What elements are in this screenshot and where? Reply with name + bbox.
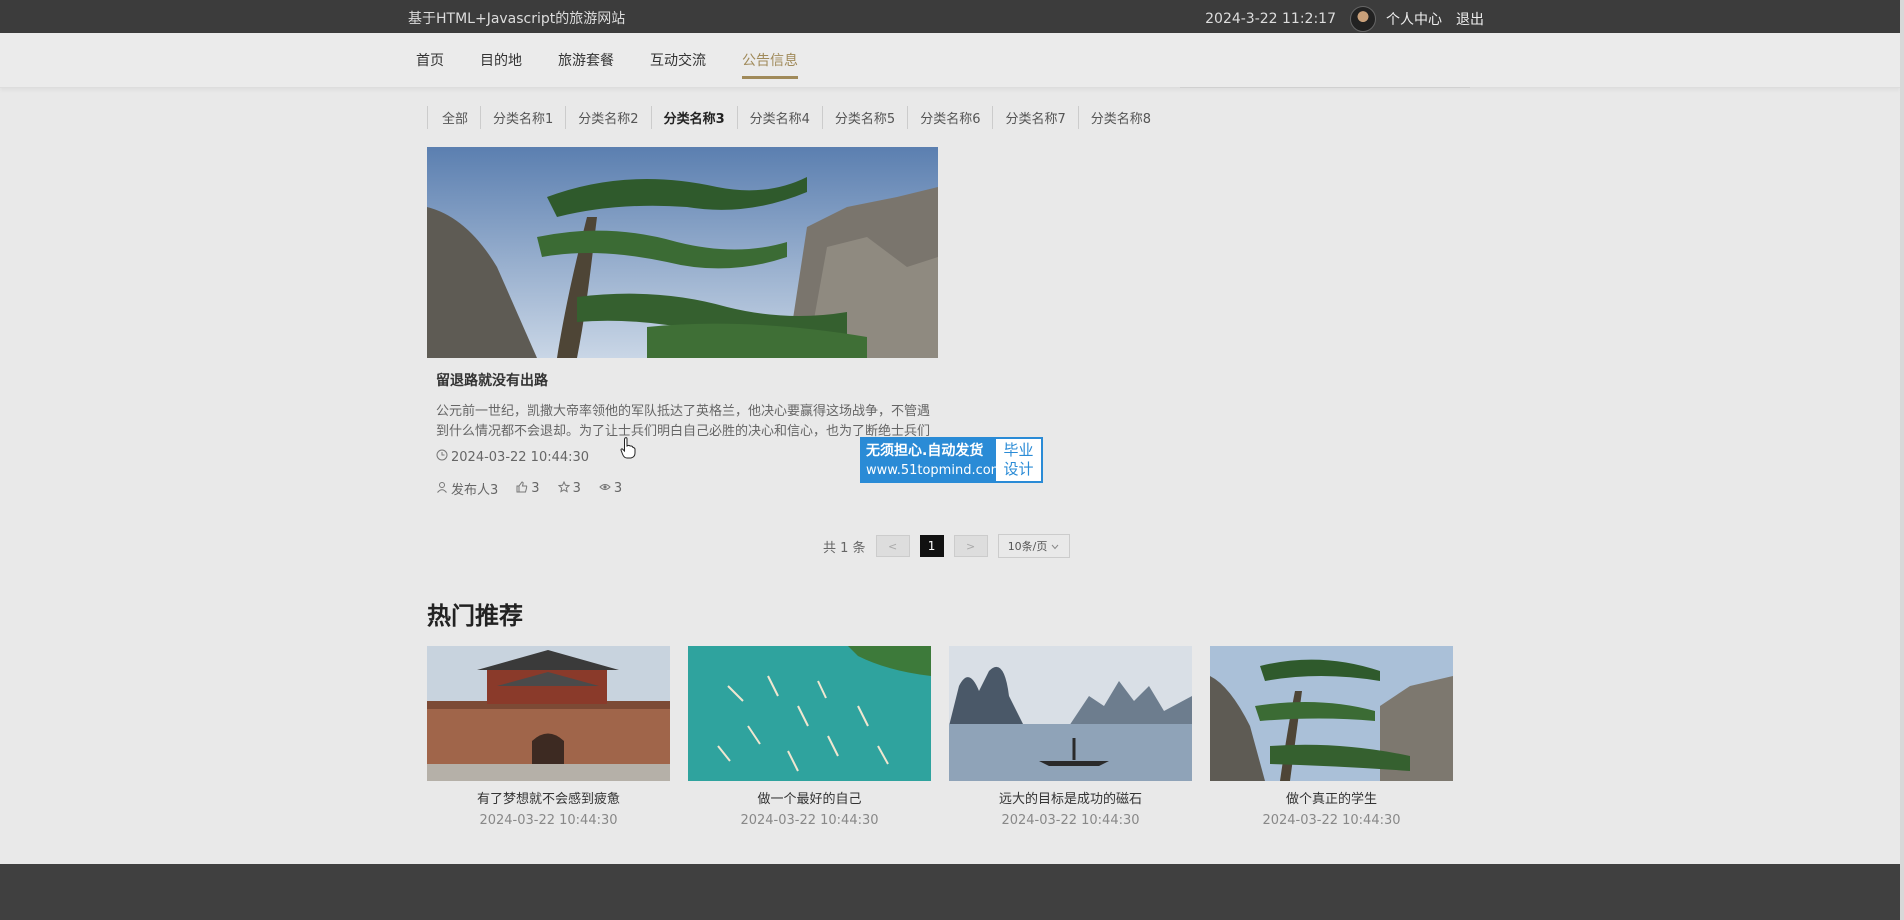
nav-home[interactable]: 首页 bbox=[416, 50, 444, 79]
profile-link[interactable]: 个人中心 bbox=[1386, 9, 1442, 29]
category-2[interactable]: 分类名称2 bbox=[565, 106, 650, 129]
scrollbar[interactable] bbox=[1900, 0, 1904, 920]
hand-cursor-icon bbox=[620, 437, 636, 459]
category-8[interactable]: 分类名称8 bbox=[1077, 106, 1163, 129]
hot-card-date: 2024-03-22 10:44:30 bbox=[1001, 813, 1140, 828]
page-number-button[interactable]: 1 bbox=[919, 535, 944, 557]
article-date-row: 2024-03-22 10:44:30 bbox=[436, 449, 589, 465]
hot-section-title: 热门推荐 bbox=[427, 602, 523, 630]
article-stats: 发布人3 3 3 3 bbox=[436, 479, 622, 498]
category-7[interactable]: 分类名称7 bbox=[992, 106, 1077, 129]
category-6[interactable]: 分类名称6 bbox=[907, 106, 992, 129]
category-5[interactable]: 分类名称5 bbox=[821, 106, 907, 129]
next-page-button[interactable]: > bbox=[953, 535, 988, 557]
footer bbox=[0, 864, 1900, 920]
site-title: 基于HTML+Javascript的旅游网站 bbox=[408, 11, 626, 27]
star-icon bbox=[557, 480, 570, 497]
article-date: 2024-03-22 10:44:30 bbox=[451, 449, 590, 465]
favorites-stat[interactable]: 3 bbox=[557, 479, 581, 498]
main-nav: 首页 目的地 旅游套餐 互动交流 公告信息 bbox=[0, 33, 1900, 88]
hot-card-image[interactable] bbox=[427, 646, 670, 781]
page-size-value: 10条/页 bbox=[1007, 540, 1048, 553]
hot-card-title[interactable]: 有了梦想就不会感到疲惫 bbox=[427, 788, 670, 807]
hot-card-date: 2024-03-22 10:44:30 bbox=[1262, 813, 1401, 828]
category-filter: 全部 分类名称1 分类名称2 分类名称3 分类名称4 分类名称5 分类名称6 分… bbox=[427, 106, 1163, 129]
logout-link[interactable]: 退出 bbox=[1456, 9, 1484, 29]
hot-card[interactable]: 有了梦想就不会感到疲惫 2024-03-22 10:44:30 bbox=[427, 646, 670, 828]
chevron-down-icon bbox=[1051, 540, 1059, 553]
badge-line-1: 无须担心.自动发货 bbox=[866, 443, 984, 459]
pagination-total: 共 1 条 bbox=[823, 540, 866, 556]
nav-interaction[interactable]: 互动交流 bbox=[650, 50, 706, 79]
prev-page-button[interactable]: < bbox=[875, 535, 910, 557]
watermark-badge: 无须担心.自动发货 www.51topmind.com 毕业 设计 bbox=[860, 437, 1043, 483]
article-image[interactable] bbox=[427, 147, 938, 358]
favorites-count: 3 bbox=[572, 481, 581, 496]
category-all[interactable]: 全部 bbox=[427, 106, 480, 129]
pagination: 共 1 条 < 1 > 10条/页 bbox=[823, 534, 1070, 558]
nav-destinations[interactable]: 目的地 bbox=[480, 50, 522, 79]
hot-card-date: 2024-03-22 10:44:30 bbox=[479, 813, 618, 828]
top-bar: 基于HTML+Javascript的旅游网站 2024-3-22 11:2:17… bbox=[0, 0, 1900, 33]
hot-card-image[interactable] bbox=[949, 646, 1192, 781]
top-bar-right: 2024-3-22 11:2:17 个人中心 退出 bbox=[1205, 6, 1484, 32]
current-datetime: 2024-3-22 11:2:17 bbox=[1205, 11, 1336, 27]
hot-card[interactable]: 做一个最好的自己 2024-03-22 10:44:30 bbox=[688, 646, 931, 828]
hot-card[interactable]: 做个真正的学生 2024-03-22 10:44:30 bbox=[1210, 646, 1453, 828]
avatar[interactable] bbox=[1350, 6, 1376, 32]
hot-card-title[interactable]: 远大的目标是成功的磁石 bbox=[949, 788, 1192, 807]
badge-right-1: 毕业 bbox=[1003, 441, 1034, 459]
category-1[interactable]: 分类名称1 bbox=[480, 106, 565, 129]
category-3[interactable]: 分类名称3 bbox=[650, 106, 737, 129]
hot-card[interactable]: 远大的目标是成功的磁石 2024-03-22 10:44:30 bbox=[949, 646, 1192, 828]
likes-count: 3 bbox=[531, 481, 540, 496]
nav-packages[interactable]: 旅游套餐 bbox=[558, 50, 614, 79]
article-description: 公元前一世纪，凯撒大帝率领他的军队抵达了英格兰，他决心要赢得这场战争，不管遇到什… bbox=[436, 404, 931, 439]
hot-card-date: 2024-03-22 10:44:30 bbox=[740, 813, 879, 828]
eye-icon bbox=[599, 481, 611, 497]
category-4[interactable]: 分类名称4 bbox=[736, 106, 822, 129]
clock-icon bbox=[436, 449, 448, 465]
views-stat: 3 bbox=[599, 479, 622, 498]
badge-right-2: 设计 bbox=[1003, 460, 1034, 478]
hot-card-title[interactable]: 做个真正的学生 bbox=[1210, 788, 1453, 807]
hot-card-title[interactable]: 做一个最好的自己 bbox=[688, 788, 931, 807]
badge-line-2: www.51topmind.com bbox=[866, 463, 1004, 478]
article-author: 发布人3 bbox=[451, 483, 499, 498]
hot-list: 有了梦想就不会感到疲惫 2024-03-22 10:44:30 做一个最好的自己… bbox=[427, 646, 1453, 828]
thumbs-up-icon bbox=[516, 480, 528, 497]
hot-card-image[interactable] bbox=[1210, 646, 1453, 781]
user-icon bbox=[436, 481, 448, 497]
hot-card-image[interactable] bbox=[688, 646, 931, 781]
nav-announcements[interactable]: 公告信息 bbox=[742, 50, 798, 79]
views-count: 3 bbox=[613, 481, 623, 496]
author-stat: 发布人3 bbox=[436, 479, 498, 498]
page-size-select[interactable]: 10条/页 bbox=[997, 534, 1070, 558]
likes-stat[interactable]: 3 bbox=[516, 479, 540, 498]
search-underline bbox=[1180, 87, 1470, 88]
article-title[interactable]: 留退路就没有出路 bbox=[436, 370, 548, 390]
